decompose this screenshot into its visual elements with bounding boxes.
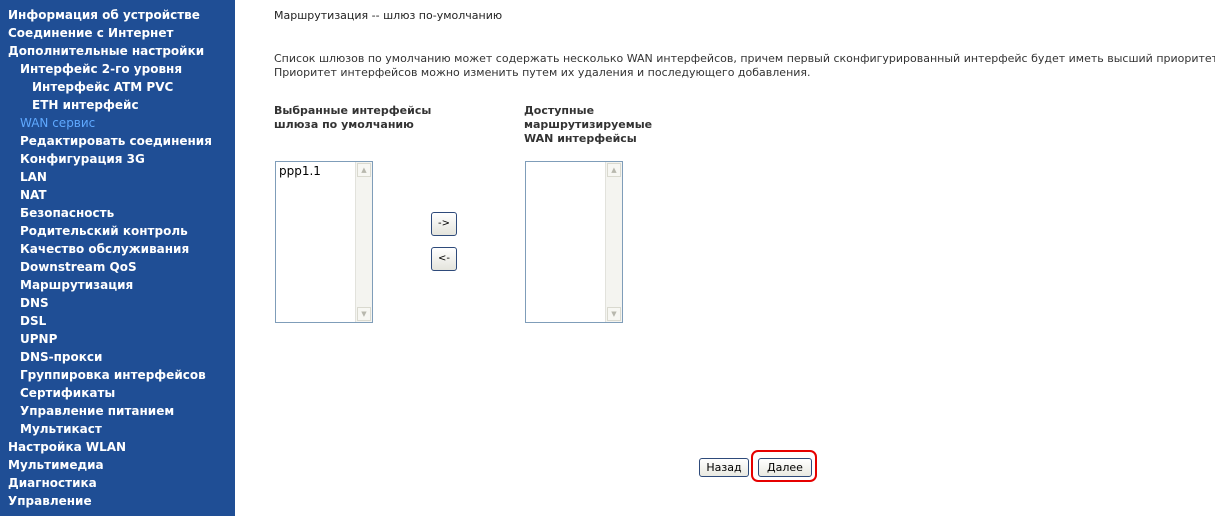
list-item[interactable]: ppp1.1 [279, 164, 321, 178]
scroll-down-icon[interactable]: ▼ [607, 307, 621, 321]
back-button[interactable]: Назад [699, 458, 749, 477]
available-wan-interfaces-label: Доступные маршрутизируемые WAN интерфейс… [524, 104, 653, 145]
listbox-scrollbar[interactable]: ▲ ▼ [605, 162, 622, 322]
description-line-1: Список шлюзов по умолчанию может содержа… [274, 52, 1215, 65]
description-line-2: Приоритет интерфейсов можно изменить пут… [274, 66, 811, 79]
scroll-down-icon[interactable]: ▼ [357, 307, 371, 321]
main-content: Маршрутизация -- шлюз по-умолчанию Списо… [0, 0, 1215, 516]
available-interfaces-listbox[interactable]: ▲ ▼ [525, 161, 623, 323]
selected-gateways-listbox[interactable]: ppp1.1 ▲ ▼ [275, 161, 373, 323]
next-button[interactable]: Далее [758, 458, 812, 477]
move-right-button[interactable]: -> [431, 212, 457, 236]
scroll-up-icon[interactable]: ▲ [357, 163, 371, 177]
listbox-scrollbar[interactable]: ▲ ▼ [355, 162, 372, 322]
move-left-button[interactable]: <- [431, 247, 457, 271]
selected-gateways-label: Выбранные интерфейсы шлюза по умолчанию [274, 104, 432, 131]
scroll-up-icon[interactable]: ▲ [607, 163, 621, 177]
page-title: Маршрутизация -- шлюз по-умолчанию [274, 9, 503, 22]
